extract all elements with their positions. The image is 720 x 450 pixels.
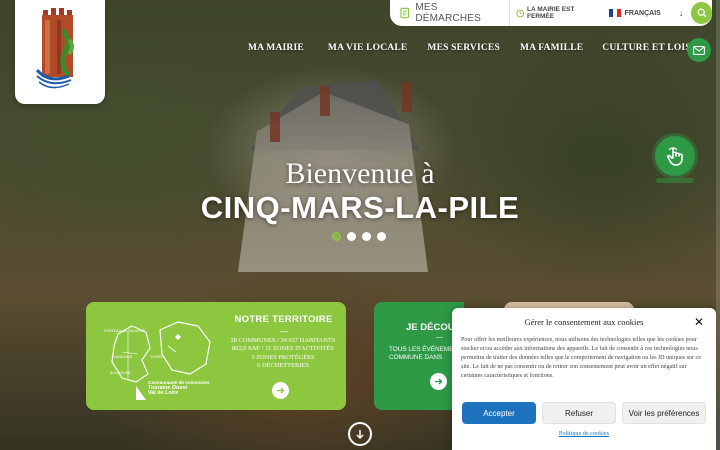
evenements-dash: — <box>436 334 443 341</box>
close-icon[interactable]: ✕ <box>694 315 704 329</box>
clock-icon <box>515 9 524 17</box>
slider-dot-3[interactable] <box>362 232 371 241</box>
arrow-down-circle-icon <box>356 429 364 439</box>
accessibility-button[interactable] <box>655 136 695 176</box>
mail-icon <box>693 45 705 55</box>
hours-status-label: LA MAIRIE EST FERMÉE <box>527 6 575 20</box>
community-brand: Communauté de communes Touraine Ouest Va… <box>148 380 210 397</box>
nav-item-ma-famille[interactable]: MA FAMILLE <box>520 43 583 53</box>
card-je-decouvre[interactable]: JE DÉCOU — TOUS LES ÉVÉNEME COMMUNE DANS <box>374 302 464 410</box>
nav-item-mes-services[interactable]: MES SERVICES <box>427 43 500 53</box>
scroll-down-button[interactable] <box>348 422 372 446</box>
demarches-link[interactable]: MES DÉMARCHES <box>390 0 510 26</box>
utility-bar: MES DÉMARCHES LA MAIRIE EST FERMÉE FRANÇ… <box>390 0 712 26</box>
cookie-consent-dialog: Gérer le consentement aux cookies ✕ Pour… <box>452 308 716 450</box>
nav-item-ma-vie-locale[interactable]: MA VIE LOCALE <box>328 43 408 53</box>
search-button[interactable] <box>691 2 712 24</box>
demarches-label: MES DÉMARCHES <box>415 2 482 24</box>
accessibility-caption <box>656 178 694 183</box>
cookie-policy-link[interactable]: Politique de cookies <box>452 430 716 437</box>
card-notre-territoire[interactable]: CHÂTEAU-LA-VALLIÈRE LANGEAIS BOURGUEIL T… <box>86 302 346 410</box>
cookie-body: Pour offrir les meilleures expériences, … <box>461 337 701 380</box>
contact-button[interactable] <box>687 38 711 62</box>
brand-name-line2: Val de Loire <box>148 390 179 396</box>
refuse-button[interactable]: Refuser <box>542 402 616 424</box>
territoire-stat-line: 802,0 KM² / 11 ZONES D'ACTIVITÉS <box>232 345 334 353</box>
territoire-stat-line: 3 ZONES PROTÉGÉES <box>251 353 315 361</box>
document-icon <box>400 7 409 19</box>
slider-dot-1[interactable] <box>332 232 341 241</box>
territoire-title: NOTRE TERRITOIRE <box>234 314 333 325</box>
slider-dot-2[interactable] <box>347 232 356 241</box>
hero-city-name: CINQ-MARS-LA-PILE <box>200 190 520 225</box>
accept-button[interactable]: Accepter <box>462 402 536 424</box>
map-label: TOURS <box>150 355 163 359</box>
page-scrollbar[interactable] <box>716 0 720 450</box>
territoire-arrow-button[interactable] <box>272 382 289 399</box>
language-selector[interactable]: FRANÇAIS ↓ <box>605 8 688 18</box>
arrow-down-icon: ↓ <box>678 8 684 18</box>
map-label: CHÂTEAU-LA-VALLIÈRE <box>104 328 145 333</box>
search-icon <box>697 8 707 18</box>
territoire-stat-line: 6 DÉCHETTERIES <box>257 362 309 370</box>
evenements-arrow-button[interactable] <box>430 373 447 390</box>
site-logo[interactable] <box>15 0 105 104</box>
preferences-button[interactable]: Voir les préférences <box>622 402 706 424</box>
evenements-title: JE DÉCOU <box>406 322 455 333</box>
language-label: FRANÇAIS <box>624 9 661 17</box>
map-label: LANGEAIS <box>114 355 133 359</box>
arrow-right-icon <box>277 387 285 394</box>
main-navigation: MA MAIRIE MA VIE LOCALE MES SERVICES MA … <box>248 43 707 53</box>
cookie-title: Gérer le consentement aux cookies <box>524 317 644 327</box>
territoire-stats: 28 COMMUNES / 34 037 HABITANTS 802,0 KM²… <box>218 337 348 371</box>
hero-welcome: Bienvenue à <box>285 157 435 190</box>
nav-item-ma-mairie[interactable]: MA MAIRIE <box>248 43 304 53</box>
territoire-dash: — <box>280 327 288 336</box>
hand-pointer-icon <box>666 147 683 166</box>
slider-dots <box>332 232 386 241</box>
coat-of-arms-logo <box>35 8 74 89</box>
mairie-hours-status[interactable]: LA MAIRIE EST FERMÉE <box>510 6 605 20</box>
french-flag-icon <box>608 9 621 17</box>
arrow-right-icon <box>435 378 443 385</box>
map-label: BOURGUEIL <box>110 371 131 375</box>
slider-dot-4[interactable] <box>377 232 386 241</box>
